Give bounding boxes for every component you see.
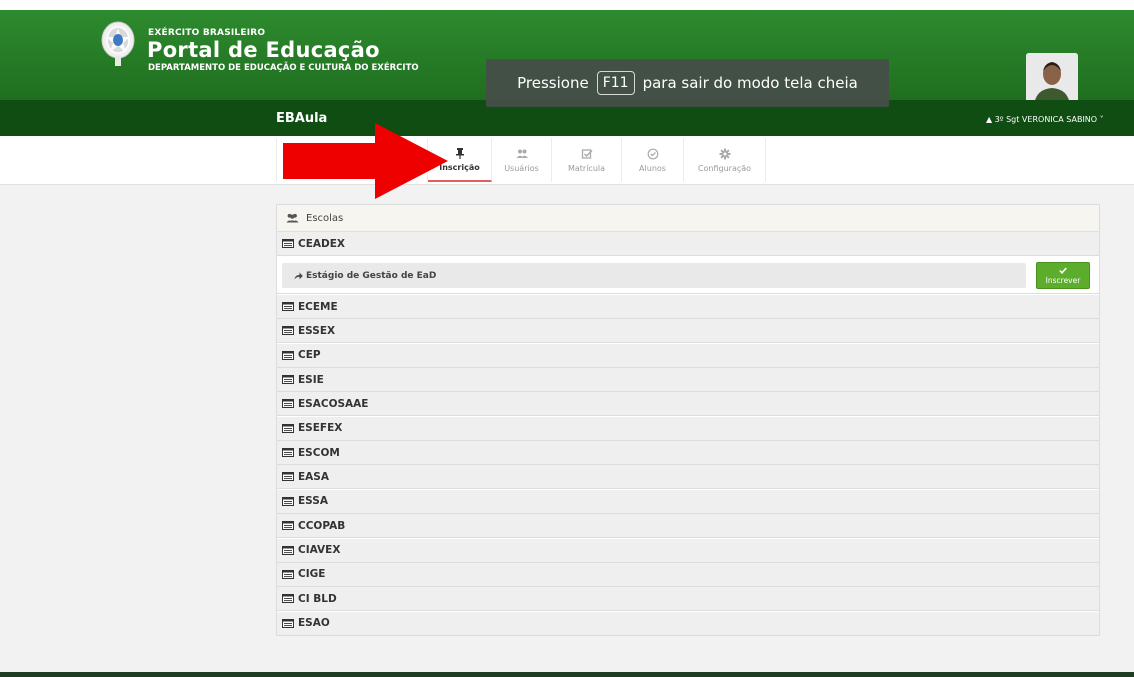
school-name: CI BLD <box>298 592 337 605</box>
list-table-icon <box>282 302 294 311</box>
fullscreen-notice-after: para sair do modo tela cheia <box>642 74 858 92</box>
school-name: CCOPAB <box>298 519 346 532</box>
list-table-icon <box>282 326 294 336</box>
tab-configuracao-label: Configuração <box>697 163 752 173</box>
school-name: CIGE <box>298 568 326 581</box>
tab-matricula-label: Matrícula <box>567 163 606 173</box>
schools-panel-title: Escolas <box>306 212 344 224</box>
fullscreen-notice-before: Pressione <box>517 74 589 92</box>
list-table-icon <box>282 569 294 579</box>
list-table-icon <box>282 350 294 360</box>
user-avatar[interactable] <box>1026 53 1078 105</box>
school-name: CIAVEX <box>298 544 341 556</box>
inscrever-button-label: Inscrever <box>1045 275 1081 285</box>
school-name: ESSEX <box>298 324 336 337</box>
users-icon <box>286 213 299 223</box>
school-row-ccopab[interactable]: CCOPAB <box>277 514 1099 539</box>
list-table-icon <box>282 472 294 482</box>
school-name: CEP <box>298 349 321 362</box>
inscrever-button[interactable]: Inscrever <box>1036 262 1090 289</box>
school-row-escom[interactable]: ESCOM <box>277 441 1099 466</box>
list-table-icon <box>282 448 294 458</box>
avatar-portrait-icon <box>1026 53 1078 105</box>
tab-alunos[interactable]: Alunos <box>622 138 684 182</box>
list-table-icon <box>282 375 294 385</box>
school-row-cige[interactable]: CIGE <box>277 562 1099 587</box>
school-row-ceadex[interactable]: CEADEX <box>277 232 1099 256</box>
tab-configuracao[interactable]: Configuração <box>684 138 766 182</box>
school-name: ESAO <box>298 617 330 630</box>
school-row-esacosaae[interactable]: ESACOSAAE <box>277 392 1099 417</box>
tab-usuarios[interactable]: Usuários <box>492 138 552 182</box>
list-table-icon <box>282 399 294 409</box>
schools-panel-header: Escolas <box>277 205 1099 232</box>
school-row-eceme[interactable]: ECEME <box>277 295 1099 319</box>
list-table-icon <box>282 496 294 506</box>
school-name: ESACOSAAE <box>298 397 369 410</box>
school-row-ciavex[interactable]: CIAVEX <box>277 538 1099 563</box>
school-row-ci-bld[interactable]: CI BLD <box>277 587 1099 612</box>
course-name: Estágio de Gestão de EaD <box>306 270 437 281</box>
course-item[interactable]: Estágio de Gestão de EaD <box>282 263 1026 288</box>
list-table-icon <box>282 239 294 248</box>
page-footer <box>0 672 1134 677</box>
school-row-esefex[interactable]: ESEFEX <box>277 416 1099 441</box>
tab-matricula[interactable]: Matrícula <box>552 138 622 182</box>
tab-alunos-label: Alunos <box>639 163 666 173</box>
fullscreen-notice: Pressione F11 para sair do modo tela che… <box>486 59 889 107</box>
user-menu[interactable]: ▲ 3º Sgt VERONICA SABINO ˅ <box>986 115 1104 124</box>
check-circle-icon <box>647 148 658 159</box>
top-strip <box>0 0 1134 10</box>
org-label: EXÉRCITO BRASILEIRO <box>148 28 266 38</box>
users-icon <box>516 149 528 158</box>
tab-usuarios-label: Usuários <box>504 163 539 173</box>
school-name: ESCOM <box>298 446 340 459</box>
school-row-esao[interactable]: ESAO <box>277 611 1099 636</box>
list-table-icon <box>282 521 294 531</box>
school-name: EASA <box>298 470 329 483</box>
pushpin-icon <box>455 147 464 159</box>
school-row-cep[interactable]: CEP <box>277 343 1099 368</box>
school-name: ESIE <box>298 373 324 386</box>
f11-key: F11 <box>596 71 635 95</box>
red-arrow-annotation-icon <box>283 123 448 199</box>
share-arrow-icon <box>294 272 303 279</box>
portal-title[interactable]: Portal de Educação <box>147 38 380 62</box>
department-label: DEPARTAMENTO DE EDUCAÇÃO E CULTURA DO EX… <box>148 63 419 73</box>
gear-icon <box>719 148 730 159</box>
school-row-essex[interactable]: ESSEX <box>277 319 1099 344</box>
list-table-icon <box>282 423 294 433</box>
school-row-esie[interactable]: ESIE <box>277 368 1099 393</box>
school-row-essa[interactable]: ESSA <box>277 489 1099 514</box>
school-name: ESEFEX <box>298 422 343 435</box>
list-table-icon <box>282 545 294 555</box>
school-name: ECEME <box>298 300 338 313</box>
school-name: CEADEX <box>298 237 345 250</box>
checkbox-icon <box>581 148 593 159</box>
school-row-easa[interactable]: EASA <box>277 465 1099 490</box>
checkmark-icon <box>1059 266 1067 274</box>
list-table-icon <box>282 594 294 604</box>
list-table-icon <box>282 618 294 628</box>
school-name: ESSA <box>298 495 328 508</box>
army-emblem-icon <box>101 21 135 66</box>
